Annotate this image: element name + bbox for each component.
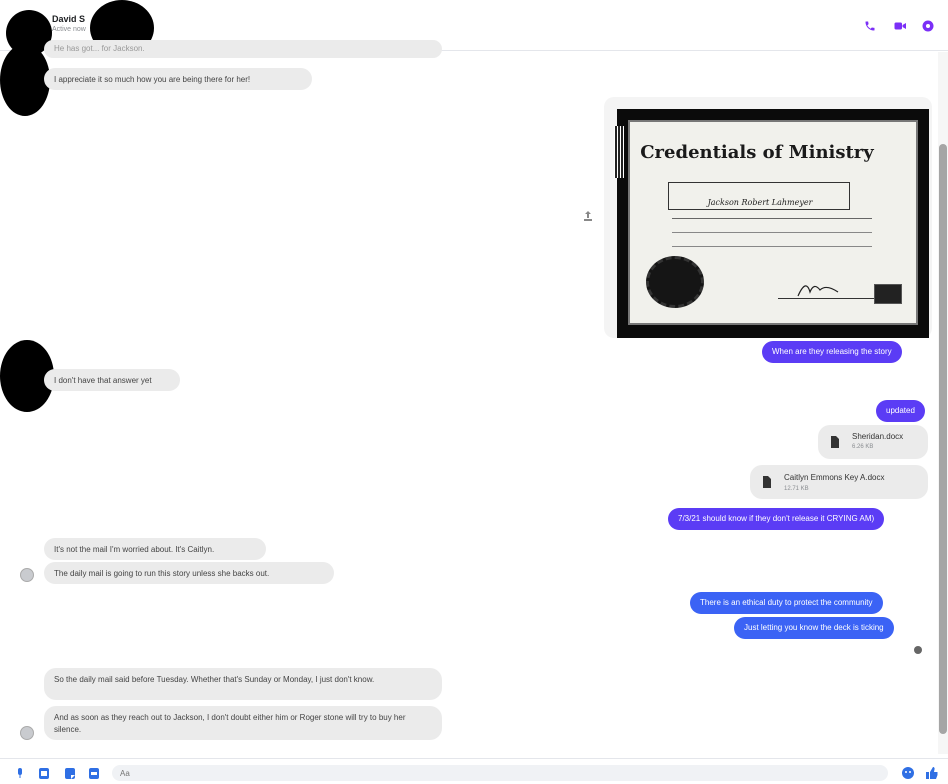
like-icon[interactable] (926, 767, 938, 779)
redaction-blob (0, 44, 50, 116)
mic-icon[interactable] (14, 767, 26, 779)
file-attachment[interactable] (750, 465, 928, 499)
file-size: 12.71 KB (784, 486, 809, 492)
message-outgoing: There is an ethical duty to protect the … (690, 592, 883, 614)
message-incoming: It's not the mail I'm worried about. It'… (44, 538, 266, 560)
divider (672, 232, 872, 233)
signature-line (778, 278, 878, 299)
barcode (614, 126, 624, 178)
contact-name[interactable]: David S (52, 14, 85, 24)
scrollbar-thumb[interactable] (939, 144, 947, 734)
avatar[interactable] (20, 726, 34, 740)
message-incoming: I appreciate it so much how you are bein… (44, 68, 312, 90)
document-icon (762, 476, 772, 488)
message-outgoing: updated (876, 400, 925, 422)
certificate-title: Credentials of Ministry (640, 142, 874, 163)
sticker-icon[interactable] (64, 767, 76, 779)
message-incoming: And as soon as they reach out to Jackson… (44, 706, 442, 740)
info-icon[interactable] (920, 18, 936, 34)
message-outgoing: 7/3/21 should know if they don't release… (668, 508, 885, 530)
gif-icon[interactable] (88, 767, 100, 779)
message-incoming: I don't have that answer yet (44, 369, 180, 391)
divider (672, 218, 872, 219)
seen-avatar (914, 646, 922, 654)
message-input[interactable] (112, 765, 888, 781)
image-icon[interactable] (38, 767, 50, 779)
message-incoming: So the daily mail said before Tuesday. W… (44, 668, 442, 700)
certificate-name: Jackson Robert Lahmeyer (707, 198, 813, 207)
video-icon[interactable] (892, 18, 908, 34)
file-size: 6.26 KB (852, 444, 874, 450)
message-outgoing: When are they releasing the story (762, 341, 902, 363)
phone-icon[interactable] (862, 18, 878, 34)
message-outgoing: Just letting you know the deck is tickin… (734, 617, 894, 639)
message-incoming: The daily mail is going to run this stor… (44, 562, 334, 584)
message-incoming: He has got... for Jackson. (44, 40, 442, 58)
avatar[interactable] (20, 568, 34, 582)
document-icon (830, 436, 840, 448)
share-icon[interactable] (584, 211, 592, 221)
emoji-icon[interactable] (902, 767, 914, 779)
seal-icon (646, 256, 704, 308)
stamp-icon (874, 284, 902, 304)
divider (672, 246, 872, 247)
contact-status: Active now (52, 26, 86, 33)
file-name: Sheridan.docx (852, 432, 904, 441)
file-name: Caitlyn Emmons Key A.docx (784, 473, 885, 482)
